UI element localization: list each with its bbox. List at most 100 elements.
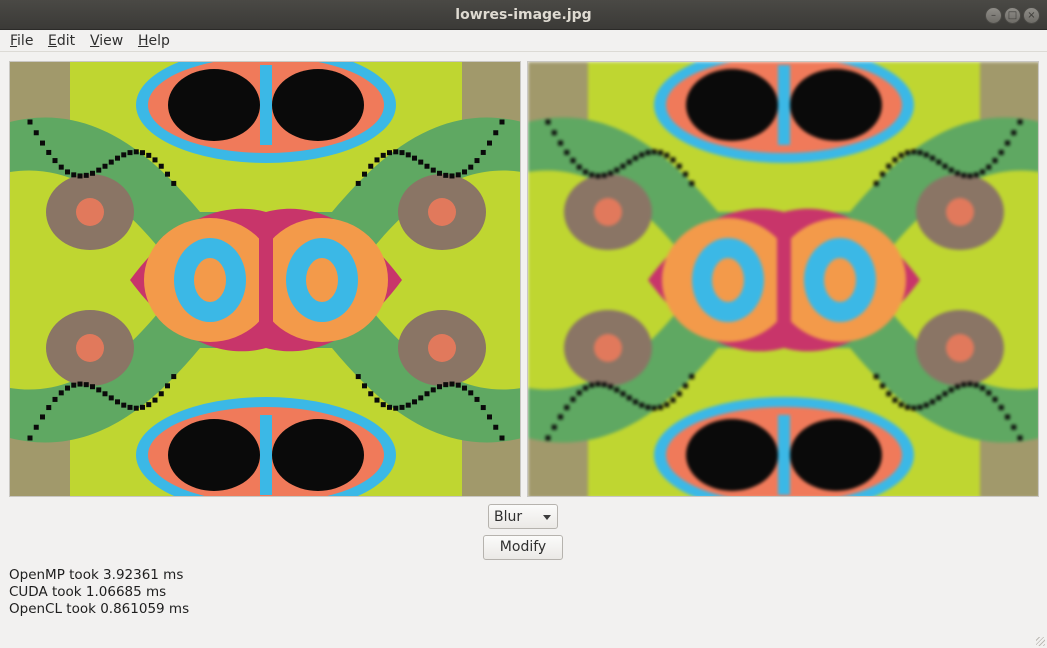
pattern-dot-2-1 <box>487 140 492 146</box>
pattern-dot-21-1 <box>368 163 374 169</box>
menu-view[interactable]: View <box>90 33 123 49</box>
menu-help-mnemonic: H <box>138 33 149 49</box>
pattern-eye-divider-top <box>778 65 790 145</box>
pattern-dot-1-1 <box>493 130 499 136</box>
pattern-dot-21-2 <box>676 391 682 397</box>
app-window: lowres-image.jpg – □ × File Edit View He… <box>0 0 1047 648</box>
pattern-dot-7-1 <box>455 172 461 178</box>
pattern-dot-16-0 <box>127 150 133 156</box>
pattern-dot-18-2 <box>140 404 145 410</box>
pattern-dot-4-2 <box>52 396 58 402</box>
pattern-dot-8-1 <box>967 173 973 179</box>
pattern-dot-3-2 <box>564 405 570 411</box>
pattern-eye-divider-top <box>260 65 272 145</box>
pattern-dot-12-3 <box>942 391 948 397</box>
pattern-dot-6-2 <box>65 385 70 391</box>
resize-grip[interactable] <box>1036 637 1045 646</box>
pattern-dot-13-3 <box>936 395 942 401</box>
pattern-dot-23-3 <box>873 374 879 380</box>
pattern-dot-10-1 <box>955 170 960 176</box>
pattern-dot-1-0 <box>33 130 39 136</box>
pattern-dot-8-0 <box>595 173 601 179</box>
pattern-dot-8-2 <box>595 381 601 387</box>
pattern-dot-12-1 <box>942 163 948 169</box>
menu-edit[interactable]: Edit <box>48 33 75 49</box>
pattern-dot-22-1 <box>880 171 885 177</box>
pattern-dot-13-0 <box>626 159 632 165</box>
pattern-blob-core-3 <box>428 334 456 362</box>
pattern-dot-19-3 <box>380 402 386 408</box>
pattern-dot-13-0 <box>108 159 114 165</box>
pattern-dot-23-1 <box>355 180 361 186</box>
pattern-dot-4-0 <box>52 158 58 164</box>
pattern-dot-18-1 <box>387 150 392 156</box>
pattern-dot-8-2 <box>77 381 83 387</box>
pattern-dot-18-0 <box>658 150 663 156</box>
menu-help[interactable]: Help <box>138 33 170 49</box>
pattern-dot-6-0 <box>583 169 588 175</box>
pattern-dot-12-1 <box>424 163 430 169</box>
pattern-dot-14-0 <box>633 155 638 161</box>
pattern-dot-14-3 <box>412 399 417 405</box>
maximize-icon[interactable]: □ <box>1004 7 1021 24</box>
pattern-dot-13-1 <box>418 159 424 165</box>
pattern-dot-0-3 <box>499 435 505 441</box>
processed-image-canvas <box>528 62 1038 496</box>
chevron-down-icon <box>543 515 551 520</box>
pattern-dot-17-3 <box>911 405 917 411</box>
pattern-dot-21-2 <box>158 391 164 397</box>
pattern-dot-7-3 <box>973 382 979 388</box>
pattern-dot-16-1 <box>917 150 923 156</box>
pattern-dot-22-1 <box>362 171 367 177</box>
cuda-timing: CUDA took 1.06685 ms <box>9 584 167 600</box>
pattern-dot-23-2 <box>689 374 695 380</box>
pattern-dot-18-1 <box>905 150 910 156</box>
pattern-dot-13-3 <box>418 395 424 401</box>
pattern-dot-3-3 <box>480 405 486 411</box>
pattern-dot-15-3 <box>923 402 929 408</box>
minimize-icon[interactable]: – <box>985 7 1002 24</box>
pattern-dot-23-1 <box>873 180 879 186</box>
close-icon[interactable]: × <box>1023 7 1040 24</box>
pattern-dot-22-3 <box>880 383 885 389</box>
pattern-dot-5-3 <box>986 390 992 396</box>
pattern-dot-23-0 <box>171 180 177 186</box>
title-bar[interactable]: lowres-image.jpg – □ × <box>0 0 1047 30</box>
processed-image <box>527 61 1039 497</box>
menu-edit-label: dit <box>56 33 76 49</box>
pattern-dot-20-2 <box>152 397 158 403</box>
menu-view-mnemonic: V <box>90 33 100 49</box>
menu-edit-mnemonic: E <box>48 33 57 49</box>
pattern-dot-9-1 <box>443 172 449 178</box>
pattern-dot-19-1 <box>898 152 904 158</box>
pattern-dot-9-0 <box>83 172 89 178</box>
pattern-blob-core-3 <box>946 334 974 362</box>
pattern-dot-11-2 <box>614 387 620 393</box>
modify-button[interactable]: Modify <box>483 535 563 560</box>
pattern-eye-right-top <box>790 69 882 141</box>
pattern-dot-0-1 <box>1017 119 1023 125</box>
pattern-dot-14-1 <box>412 155 417 161</box>
pattern-dot-5-0 <box>576 164 582 170</box>
menu-file[interactable]: File <box>10 33 33 49</box>
pattern-dot-21-0 <box>676 163 682 169</box>
pattern-blob-core-2 <box>76 334 104 362</box>
pattern-dot-12-2 <box>620 391 626 397</box>
pattern-dot-17-1 <box>393 149 399 155</box>
pattern-dot-20-3 <box>374 397 380 403</box>
menu-file-label: ile <box>17 33 34 49</box>
pattern-dot-11-1 <box>430 167 436 173</box>
pattern-dot-16-1 <box>399 150 405 156</box>
pattern-dot-13-1 <box>936 159 942 165</box>
pattern-dot-20-0 <box>670 157 676 163</box>
pattern-dot-11-1 <box>948 167 954 173</box>
pattern-blob-core-2 <box>594 334 622 362</box>
pattern-dot-0-3 <box>1017 435 1023 441</box>
pattern-eye-right-bottom <box>790 419 882 491</box>
pattern-dot-20-2 <box>670 397 676 403</box>
pattern-eye-left-bottom <box>686 419 778 491</box>
pattern-dot-0-2 <box>27 435 33 441</box>
pattern-dot-3-2 <box>46 405 52 411</box>
filter-select[interactable]: Blur <box>488 504 558 529</box>
pattern-dot-5-2 <box>58 390 64 396</box>
